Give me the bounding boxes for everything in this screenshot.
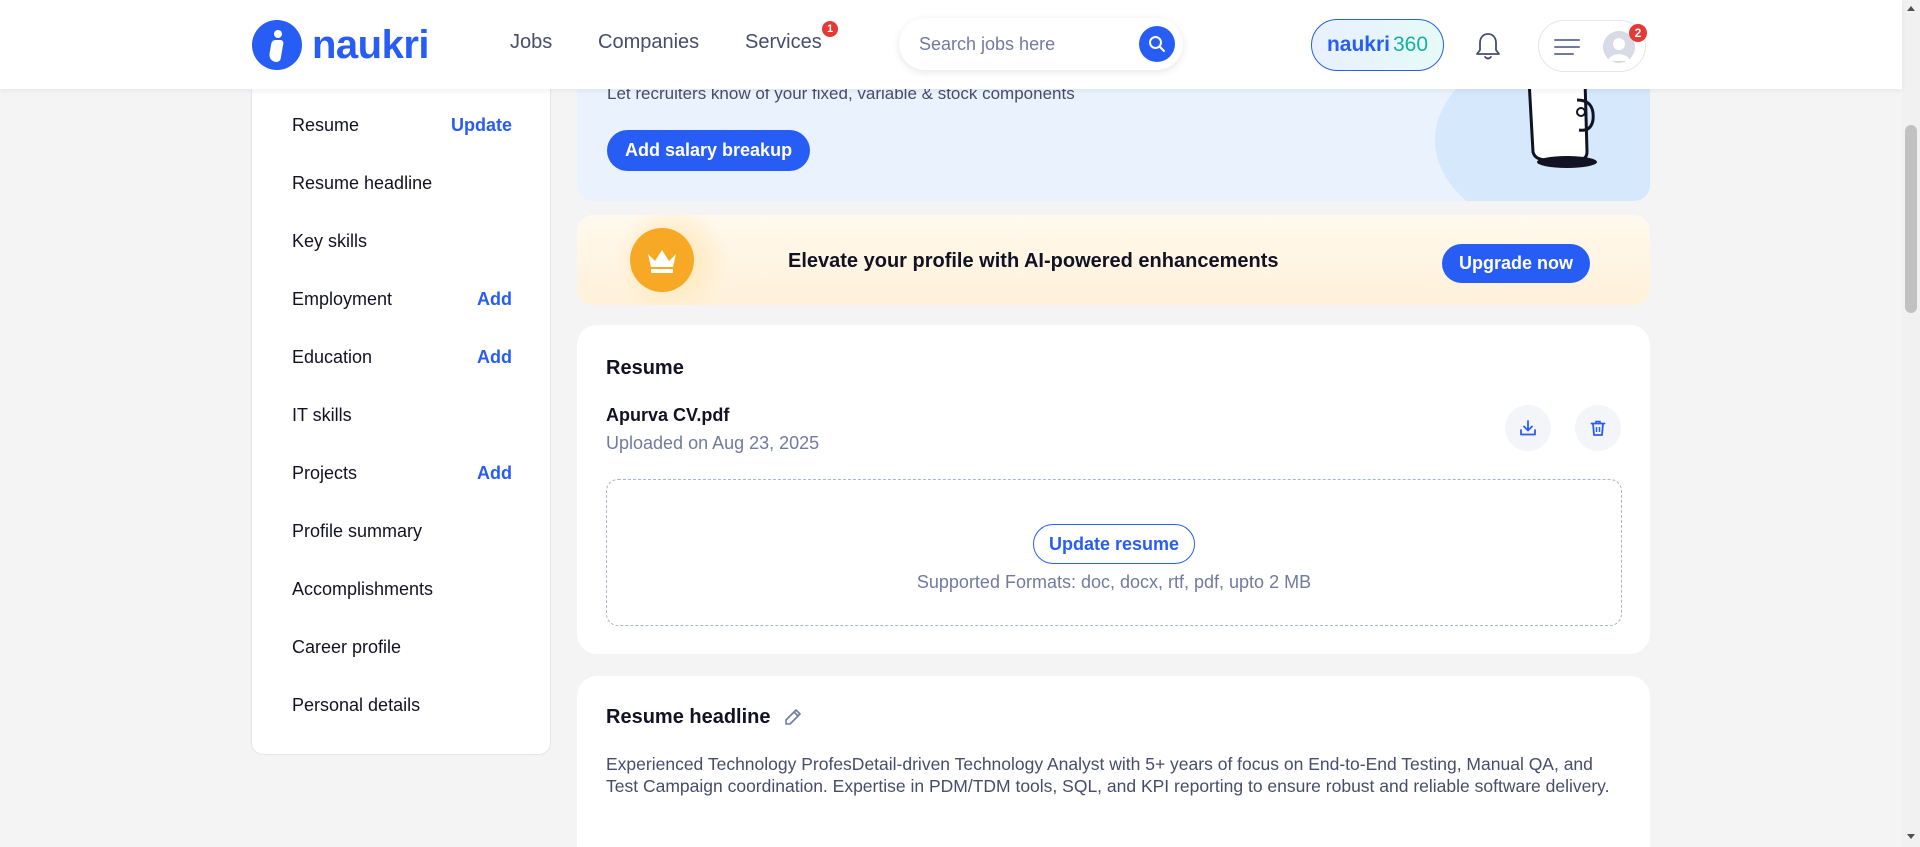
upgrade-text: Elevate your profile with AI-powered enh…: [788, 250, 1279, 272]
sidebar-item-employment[interactable]: Employment Add: [292, 284, 512, 314]
search-button[interactable]: [1139, 26, 1175, 62]
naukri360-button[interactable]: naukri 360: [1311, 19, 1444, 71]
sidebar-item-label[interactable]: Resume headline: [292, 173, 432, 194]
resume-upload-dropzone[interactable]: Update resume Supported Formats: doc, do…: [606, 479, 1622, 626]
sidebar-item-personal-details[interactable]: Personal details: [292, 690, 512, 720]
crown-icon: [648, 250, 676, 273]
upgrade-now-button[interactable]: Upgrade now: [1442, 244, 1591, 283]
sidebar-item-profile-summary[interactable]: Profile summary: [292, 516, 512, 546]
scroll-down-arrow-icon[interactable]: [1907, 834, 1915, 839]
sidebar-item-resume-headline[interactable]: Resume headline: [292, 168, 512, 198]
sidebar-item-projects[interactable]: Projects Add: [292, 458, 512, 488]
resume-card: Resume Apurva CV.pdf Uploaded on Aug 23,…: [577, 325, 1650, 654]
supported-formats-text: Supported Formats: doc, docx, rtf, pdf, …: [916, 572, 1312, 592]
edit-pencil-icon[interactable]: [783, 707, 803, 727]
download-icon: [1520, 420, 1536, 436]
hamburger-icon: [1554, 39, 1580, 55]
sidebar-item-label[interactable]: Employment: [292, 289, 392, 310]
naukri360-part1: naukri: [1326, 33, 1390, 56]
naukri360-part2: 360: [1392, 33, 1429, 56]
sidebar-item-key-skills[interactable]: Key skills: [292, 226, 512, 256]
profile-menu-button[interactable]: 2: [1538, 20, 1647, 72]
sidebar-item-career-profile[interactable]: Career profile: [292, 632, 512, 662]
page-scrollbar[interactable]: [1902, 0, 1920, 847]
search-bar: [899, 18, 1183, 70]
search-input[interactable]: [919, 32, 1129, 56]
sidebar-item-label[interactable]: Career profile: [292, 637, 401, 658]
resume-headline-text: Experienced Technology ProfesDetail-driv…: [606, 754, 1610, 796]
resume-headline-title: Resume headline: [606, 706, 771, 728]
sidebar-item-label[interactable]: Resume: [292, 115, 359, 136]
sidebar-update-link[interactable]: Update: [451, 115, 512, 136]
nav-companies[interactable]: Companies: [598, 31, 699, 54]
sidebar-item-label[interactable]: Projects: [292, 463, 357, 484]
sidebar-item-label[interactable]: Accomplishments: [292, 579, 433, 600]
sidebar-item-label[interactable]: Education: [292, 347, 372, 368]
add-salary-breakup-button[interactable]: Add salary breakup: [607, 130, 811, 171]
naukri-logo-icon: [252, 20, 302, 70]
sidebar-add-link[interactable]: Add: [477, 347, 512, 368]
sidebar-item-education[interactable]: Education Add: [292, 342, 512, 372]
nav-services[interactable]: Services: [745, 31, 822, 54]
resume-headline-card: Resume headline Experienced Technology P…: [577, 676, 1650, 847]
sidebar-add-link[interactable]: Add: [477, 463, 512, 484]
logo-text: naukri: [312, 22, 430, 67]
sidebar-item-label[interactable]: IT skills: [292, 405, 352, 426]
upgrade-banner: Elevate your profile with AI-powered enh…: [577, 215, 1650, 305]
notification-badge: 2: [1629, 24, 1647, 42]
scroll-up-arrow-icon[interactable]: [1907, 6, 1915, 11]
crown-badge: [630, 228, 694, 292]
sidebar-item-it-skills[interactable]: IT skills: [292, 400, 512, 430]
sidebar-item-accomplishments[interactable]: Accomplishments: [292, 574, 512, 604]
delete-resume-button[interactable]: [1575, 405, 1621, 451]
sidebar-add-link[interactable]: Add: [477, 289, 512, 310]
nav-jobs[interactable]: Jobs: [510, 31, 552, 54]
bell-icon[interactable]: [1470, 28, 1506, 64]
services-badge: 1: [822, 21, 838, 37]
resume-file-name: Apurva CV.pdf: [606, 405, 730, 425]
scrollbar-thumb[interactable]: [1905, 125, 1917, 313]
update-resume-button[interactable]: Update resume: [1033, 524, 1195, 564]
top-header: naukri Jobs Companies Services 1 naukri3…: [0, 0, 1902, 89]
sidebar-item-label[interactable]: Profile summary: [292, 521, 422, 542]
naukri-logo[interactable]: naukri: [252, 19, 430, 71]
sidebar-item-resume[interactable]: Resume Update: [292, 110, 512, 140]
search-icon: [1149, 36, 1165, 52]
resume-title: Resume: [606, 357, 684, 379]
quick-links-sidebar: Resume Update Resume headline Key skills…: [251, 60, 551, 755]
sidebar-item-label[interactable]: Personal details: [292, 695, 420, 716]
trash-icon: [1590, 420, 1606, 436]
sidebar-item-label[interactable]: Key skills: [292, 231, 367, 252]
resume-upload-date: Uploaded on Aug 23, 2025: [606, 433, 820, 453]
download-resume-button[interactable]: [1505, 405, 1551, 451]
